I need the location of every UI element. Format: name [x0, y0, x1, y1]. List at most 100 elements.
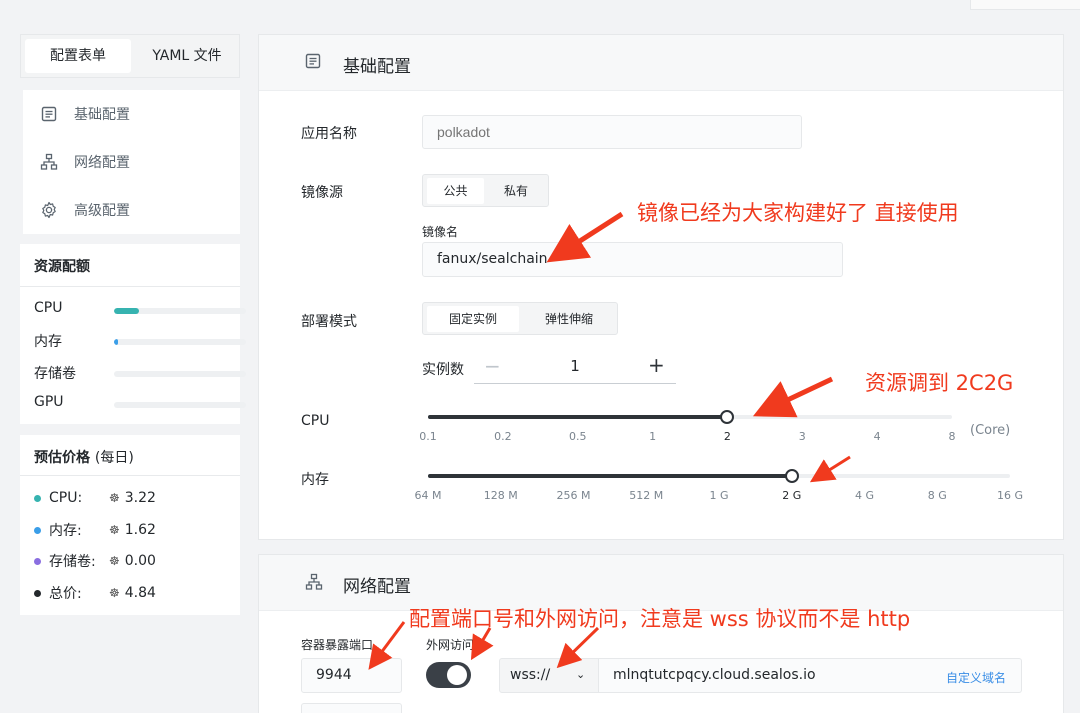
cpu-slider-handle[interactable]: [720, 410, 735, 424]
instances-value[interactable]: 1: [562, 357, 588, 375]
resource-label: 内存: [34, 334, 62, 350]
nav-indicator: [20, 90, 23, 234]
image-name-input[interactable]: fanux/sealchain: [422, 242, 843, 277]
price-row: 存储卷: ☸ 0.00: [34, 551, 156, 571]
resource-row-cpu: CPU: [34, 300, 246, 320]
annotation-resource: 资源调到 2C2G: [865, 371, 1014, 395]
gear-icon: [40, 201, 58, 219]
domain-field[interactable]: mlnqtutcpqcy.cloud.sealos.io 自定义域名: [599, 658, 1022, 693]
config-tabs: 配置表单 YAML 文件: [20, 34, 240, 78]
custom-domain-link[interactable]: 自定义域名: [946, 669, 1006, 686]
price-value: 1.62: [124, 522, 156, 538]
app-name-label: 应用名称: [301, 126, 357, 142]
divider: [20, 475, 240, 476]
resource-bar: [114, 339, 246, 345]
tab-form[interactable]: 配置表单: [25, 39, 131, 73]
price-row: CPU: ☸ 3.22: [34, 488, 156, 508]
nav-item-network[interactable]: 网络配置: [40, 150, 130, 174]
price-row: 内存: ☸ 1.62: [34, 520, 156, 540]
public-access-toggle[interactable]: [426, 662, 471, 688]
protocol-select[interactable]: wss:// ⌄: [499, 658, 599, 693]
minus-icon[interactable]: −: [484, 354, 501, 378]
divider: [20, 286, 240, 287]
annotation-network: 配置端口号和外网访问，注意是 wss 协议而不是 http: [409, 607, 911, 631]
section-nav: 基础配置 网络配置 高级配置: [20, 90, 240, 234]
deploy-mode-fixed[interactable]: 固定实例: [427, 306, 519, 332]
coin-icon: ☸: [109, 586, 120, 600]
nav-label: 高级配置: [74, 203, 130, 219]
coin-icon: ☸: [109, 554, 120, 568]
network-icon: [305, 573, 323, 591]
memory-tick-label: 256 M: [556, 489, 591, 502]
chevron-down-icon: ⌄: [576, 668, 586, 681]
cpu-slider[interactable]: [428, 415, 952, 419]
resource-row-storage: 存储卷: [34, 363, 246, 383]
deploy-mode-elastic[interactable]: 弹性伸缩: [523, 306, 615, 332]
memory-tick-label: 8 G: [927, 489, 947, 502]
price-estimate-title: 预估价格 (每日): [34, 450, 134, 466]
price-label: 内存:: [49, 523, 82, 539]
network-config-panel: 网络配置 容器暴露端口 9944 外网访问 wss:// ⌄ mlnqtutcp…: [258, 554, 1064, 713]
resource-row-gpu: GPU: [34, 394, 246, 414]
coin-icon: ☸: [109, 491, 120, 505]
cpu-tick-label: 4: [873, 430, 881, 443]
memory-slider[interactable]: [428, 474, 1010, 478]
memory-tick-label: 64 M: [414, 489, 442, 502]
memory-slider-fill: [428, 474, 792, 478]
nav-item-basic[interactable]: 基础配置: [40, 102, 130, 126]
image-source-private[interactable]: 私有: [487, 178, 545, 204]
resource-label: GPU: [34, 394, 64, 410]
basic-config-panel: 基础配置 应用名称 镜像源 公共 私有 镜像名 fanux/sealchain …: [258, 34, 1064, 540]
memory-tick-label: 16 G: [996, 489, 1024, 502]
protocol-value: wss://: [510, 667, 551, 683]
port-input[interactable]: 9944: [301, 658, 402, 693]
port-label: 容器暴露端口: [301, 638, 374, 652]
cpu-tick-label: 1: [649, 430, 657, 443]
annotation-image: 镜像已经为大家构建好了 直接使用: [637, 201, 959, 225]
price-value: 0.00: [124, 553, 156, 569]
nav-label: 网络配置: [74, 155, 130, 171]
resource-row-memory: 内存: [34, 331, 246, 351]
cpu-tick-label: 0.5: [568, 430, 587, 443]
nav-item-advanced[interactable]: 高级配置: [40, 198, 130, 222]
price-row: 总价: ☸ 4.84: [34, 583, 156, 603]
app-name-input[interactable]: [422, 115, 802, 149]
resource-bar: [114, 402, 246, 408]
price-value: 3.22: [124, 490, 156, 506]
document-icon: [40, 105, 58, 123]
nav-label: 基础配置: [74, 107, 130, 123]
document-icon: [305, 53, 323, 71]
public-access-label: 外网访问: [426, 638, 475, 652]
resource-label: 存储卷: [34, 366, 76, 382]
memory-tick-label: 128 M: [483, 489, 518, 502]
memory-tick-label: 4 G: [854, 489, 875, 502]
image-source-toggle: 公共 私有: [422, 174, 549, 207]
cpu-tick-label: 2: [723, 430, 731, 443]
price-label: 总价:: [49, 586, 82, 602]
instances-label: 实例数: [422, 362, 464, 378]
cpu-tick-label: 0.1: [419, 430, 437, 443]
memory-slider-handle[interactable]: [784, 469, 799, 483]
resource-bar: [114, 308, 246, 314]
panel-title: 网络配置: [343, 577, 411, 597]
status-dot: [34, 526, 41, 534]
domain-value: mlnqtutcpqcy.cloud.sealos.io: [613, 667, 816, 683]
image-source-public[interactable]: 公共: [427, 178, 484, 204]
top-right-box: [970, 0, 1080, 10]
port-input-2[interactable]: [301, 703, 402, 713]
resource-label: CPU: [34, 300, 63, 316]
tab-yaml[interactable]: YAML 文件: [137, 39, 237, 73]
status-dot: [34, 589, 41, 597]
cpu-unit: (Core): [970, 423, 1011, 438]
resource-bar-fill: [114, 339, 118, 345]
deploy-mode-toggle: 固定实例 弹性伸缩: [422, 302, 618, 335]
memory-label: 内存: [301, 472, 329, 488]
toggle-knob: [447, 665, 467, 685]
instances-stepper: − 1 +: [474, 352, 676, 384]
image-source-label: 镜像源: [301, 185, 343, 201]
resource-bar: [114, 371, 246, 377]
memory-tick-label: 2 G: [782, 489, 802, 502]
memory-tick-label: 512 M: [629, 489, 664, 502]
plus-icon[interactable]: +: [648, 353, 665, 377]
price-label: 存储卷:: [49, 554, 96, 570]
